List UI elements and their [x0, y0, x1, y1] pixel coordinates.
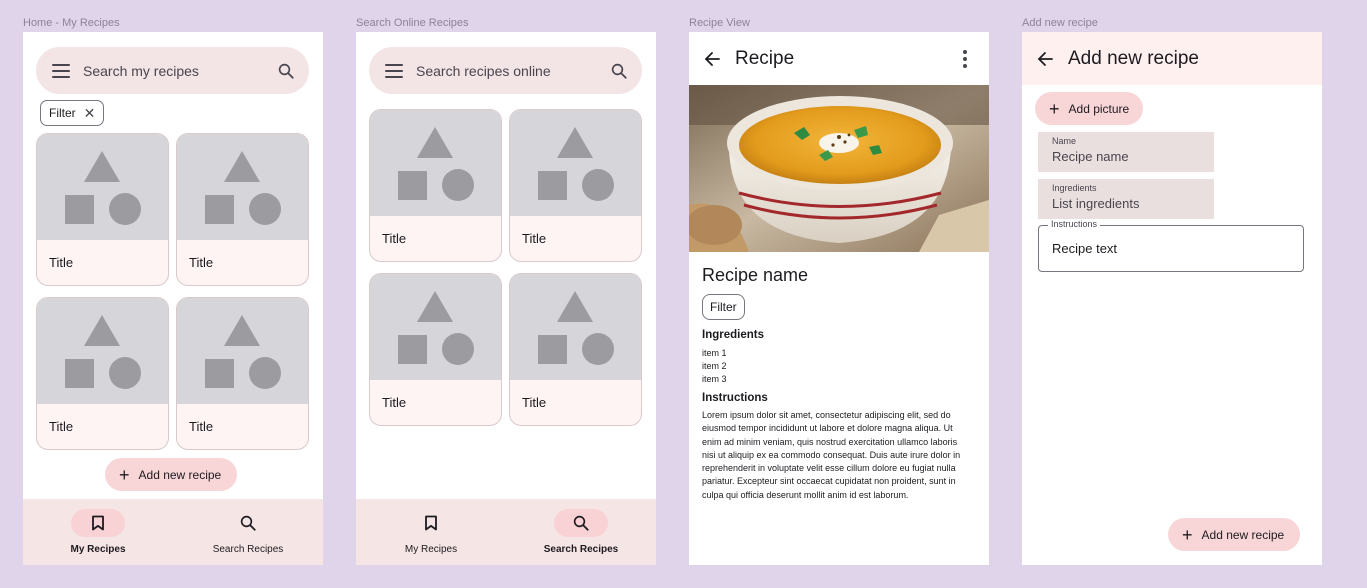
add-picture-button[interactable]: + Add picture [1035, 92, 1144, 125]
add-new-recipe-button[interactable]: + Add new recipe [1168, 518, 1301, 551]
close-icon[interactable]: ✕ [84, 105, 96, 122]
name-field[interactable]: Name Recipe name [1038, 132, 1214, 172]
name-field-label: Name [1052, 136, 1077, 146]
card-image-placeholder [177, 298, 308, 404]
instructions-field-value[interactable]: Recipe text [1052, 241, 1117, 256]
ingredient-item: item 3 [702, 374, 727, 384]
ingredients-field-label: Ingredients [1052, 183, 1097, 193]
card-title: Title [382, 395, 407, 410]
name-field-value[interactable]: Recipe name [1052, 149, 1214, 164]
recipe-card[interactable]: Title [509, 109, 642, 262]
bottom-nav: My Recipes Search Recipes [23, 499, 323, 565]
frame-label-view: Recipe View [689, 17, 750, 29]
recipe-photo [689, 85, 989, 252]
bookmark-icon [71, 509, 125, 537]
back-arrow-icon[interactable] [703, 50, 721, 68]
recipe-card[interactable]: Title [176, 133, 309, 286]
search-screen: Search recipes online Title Title Title … [356, 32, 656, 565]
recipe-card[interactable]: Title [176, 297, 309, 450]
filter-chip-label: Filter [710, 300, 737, 314]
card-title: Title [522, 395, 547, 410]
add-new-recipe-button[interactable]: + Add new recipe [105, 458, 238, 491]
search-input[interactable]: Search my recipes [83, 63, 277, 79]
plus-icon: + [119, 464, 130, 485]
top-app-bar: Add new recipe [1022, 32, 1322, 85]
search-icon [554, 509, 608, 537]
card-title: Title [382, 231, 407, 246]
search-icon [221, 509, 275, 537]
ingredients-field-value[interactable]: List ingredients [1052, 196, 1214, 211]
recipe-card[interactable]: Title [509, 273, 642, 426]
add-new-recipe-label: Add new recipe [138, 467, 222, 482]
top-app-bar: Recipe [689, 32, 989, 85]
ingredient-item: item 1 [702, 348, 727, 358]
ingredients-heading: Ingredients [702, 329, 764, 341]
card-image-placeholder [510, 110, 641, 216]
bottom-nav: My Recipes Search Recipes [356, 499, 656, 565]
add-new-recipe-label: Add new recipe [1201, 527, 1285, 542]
bookmark-icon [404, 509, 458, 537]
instructions-heading: Instructions [702, 392, 768, 404]
recipe-view-screen: Recipe Recipe name Filter Ingredients it… [689, 32, 989, 565]
page-title: Add new recipe [1068, 47, 1199, 69]
more-vert-icon[interactable] [953, 49, 977, 68]
home-screen: Search my recipes Filter ✕ Title Title T… [23, 32, 323, 565]
card-image-placeholder [37, 298, 168, 404]
page-title: Recipe [735, 47, 795, 69]
recipe-card[interactable]: Title [369, 109, 502, 262]
card-image-placeholder [370, 110, 501, 216]
frame-label-home: Home - My Recipes [23, 17, 120, 29]
recipe-name: Recipe name [702, 265, 809, 285]
filter-chip-label: Filter [49, 106, 76, 120]
card-title: Title [522, 231, 547, 246]
card-image-placeholder [370, 274, 501, 380]
frame-label-add: Add new recipe [1022, 17, 1098, 29]
plus-icon: + [1182, 524, 1193, 545]
nav-item-search-recipes[interactable]: Search Recipes [173, 499, 323, 565]
nav-item-search-recipes[interactable]: Search Recipes [506, 499, 656, 565]
nav-item-my-recipes[interactable]: My Recipes [356, 499, 506, 565]
instructions-field-label: Instructions [1048, 219, 1101, 229]
filter-chip[interactable]: Filter ✕ [40, 100, 105, 126]
card-title: Title [49, 255, 74, 270]
instructions-text: Lorem ipsum dolor sit amet, consectetur … [702, 410, 961, 500]
nav-label: My Recipes [70, 544, 126, 555]
instructions-field[interactable]: Instructions Recipe text [1038, 219, 1304, 272]
ingredient-item: item 2 [702, 361, 727, 371]
plus-icon: + [1049, 98, 1060, 119]
search-bar[interactable]: Search recipes online [369, 47, 642, 94]
recipe-card[interactable]: Title [36, 297, 169, 450]
card-title: Title [189, 255, 214, 270]
add-recipe-screen: Add new recipe + Add picture Name Recipe… [1022, 32, 1322, 565]
search-input[interactable]: Search recipes online [416, 63, 610, 79]
menu-icon[interactable] [52, 63, 70, 78]
card-title: Title [189, 419, 214, 434]
nav-label: My Recipes [404, 544, 458, 555]
search-bar[interactable]: Search my recipes [36, 47, 309, 94]
card-image-placeholder [177, 134, 308, 240]
filter-chip[interactable]: Filter [702, 294, 745, 320]
card-image-placeholder [510, 274, 641, 380]
nav-label: Search Recipes [212, 544, 284, 555]
frame-label-search: Search Online Recipes [356, 17, 469, 29]
nav-label: Search Recipes [543, 544, 619, 555]
recipe-card[interactable]: Title [369, 273, 502, 426]
card-image-placeholder [37, 134, 168, 240]
card-title: Title [49, 419, 74, 434]
recipe-card[interactable]: Title [36, 133, 169, 286]
search-icon[interactable] [610, 62, 628, 80]
nav-item-my-recipes[interactable]: My Recipes [23, 499, 173, 565]
ingredients-field[interactable]: Ingredients List ingredients [1038, 179, 1214, 219]
add-picture-label: Add picture [1068, 101, 1130, 116]
back-arrow-icon[interactable] [1036, 50, 1054, 68]
search-icon[interactable] [277, 62, 295, 80]
menu-icon[interactable] [385, 63, 403, 78]
